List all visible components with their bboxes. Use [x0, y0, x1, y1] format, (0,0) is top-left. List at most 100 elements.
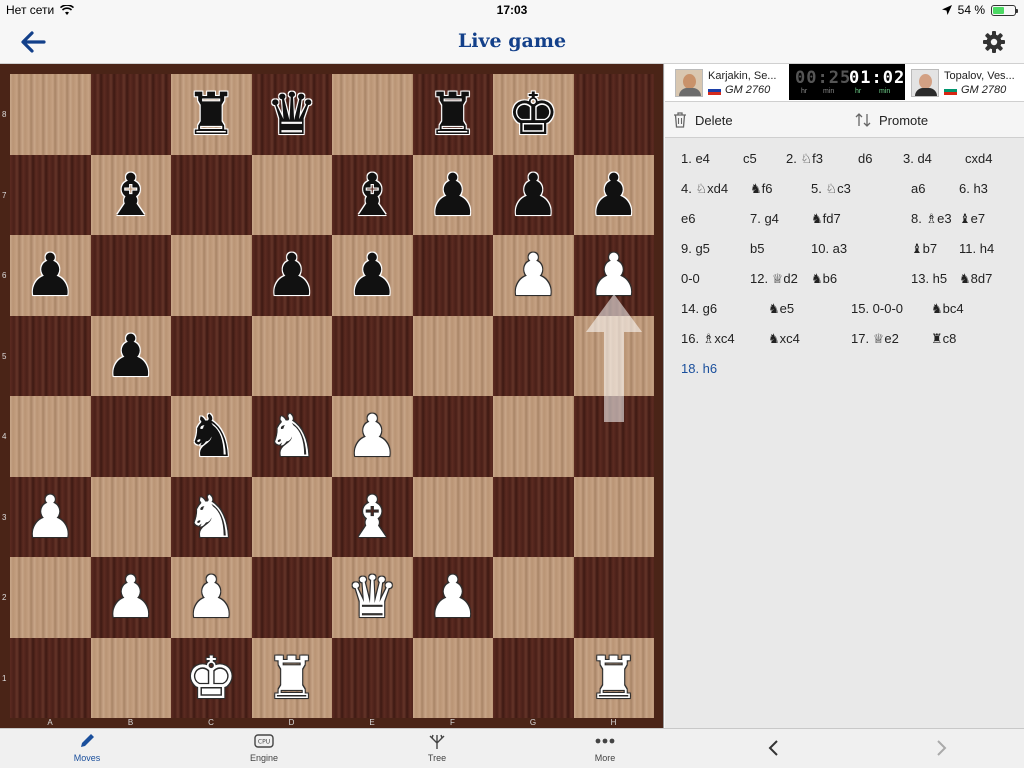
square-a1[interactable]: [10, 637, 91, 718]
black-pawn-icon[interactable]: ♟: [507, 166, 559, 224]
square-f5[interactable]: [412, 315, 493, 396]
move-item[interactable]: 14. g6: [681, 301, 717, 316]
black-queen-icon[interactable]: ♛: [266, 85, 318, 143]
move-item[interactable]: 2. ♘f3: [786, 151, 823, 167]
move-item[interactable]: ♝e7: [959, 211, 985, 227]
square-c4[interactable]: ♞: [171, 396, 252, 477]
move-item[interactable]: 6. h3: [959, 181, 988, 196]
move-item[interactable]: 10. a3: [811, 241, 847, 256]
square-h5[interactable]: [573, 315, 654, 396]
square-h8[interactable]: [573, 74, 654, 155]
white-pawn-icon[interactable]: ♟: [24, 488, 76, 546]
move-item[interactable]: 11. h4: [959, 241, 994, 256]
square-g3[interactable]: [493, 476, 574, 557]
move-item[interactable]: 9. g5: [681, 241, 710, 256]
move-item[interactable]: 13. h5: [911, 271, 947, 286]
square-g5[interactable]: [493, 315, 574, 396]
delete-button[interactable]: Delete: [673, 102, 733, 138]
square-f3[interactable]: [412, 476, 493, 557]
white-bishop-icon[interactable]: ♝: [346, 488, 398, 546]
player-white[interactable]: Karjakin, Se... GM 2760: [675, 66, 776, 100]
square-b3[interactable]: [90, 476, 171, 557]
white-pawn-icon[interactable]: ♟: [105, 568, 157, 626]
move-item[interactable]: cxd4: [965, 151, 992, 166]
square-a6[interactable]: ♟: [10, 235, 91, 316]
move-item[interactable]: 15. 0-0-0: [851, 301, 903, 316]
tab-engine[interactable]: CPU Engine: [224, 731, 304, 767]
black-knight-icon[interactable]: ♞: [185, 407, 237, 465]
square-a2[interactable]: [10, 557, 91, 638]
square-f6[interactable]: [412, 235, 493, 316]
white-pawn-icon[interactable]: ♟: [185, 568, 237, 626]
square-e2[interactable]: ♛: [332, 557, 413, 638]
white-pawn-icon[interactable]: ♟: [588, 246, 640, 304]
square-d7[interactable]: [251, 154, 332, 235]
black-king-icon[interactable]: ♚: [507, 85, 559, 143]
square-d1[interactable]: ♜: [251, 637, 332, 718]
square-c6[interactable]: [171, 235, 252, 316]
black-pawn-icon[interactable]: ♟: [266, 246, 318, 304]
tab-moves[interactable]: Moves: [47, 731, 127, 767]
square-e1[interactable]: [332, 637, 413, 718]
square-g2[interactable]: [493, 557, 574, 638]
square-e4[interactable]: ♟: [332, 396, 413, 477]
square-g1[interactable]: [493, 637, 574, 718]
square-b1[interactable]: [90, 637, 171, 718]
white-pawn-icon[interactable]: ♟: [427, 568, 479, 626]
square-c3[interactable]: ♞: [171, 476, 252, 557]
move-item[interactable]: 18. h6: [681, 361, 717, 376]
promote-button[interactable]: Promote: [855, 102, 928, 138]
tab-tree[interactable]: Tree: [397, 731, 477, 767]
move-item[interactable]: ♞e5: [768, 301, 794, 317]
move-item[interactable]: 0-0: [681, 271, 700, 286]
white-king-icon[interactable]: ♚: [185, 649, 237, 707]
settings-button[interactable]: [980, 28, 1008, 56]
square-d2[interactable]: [251, 557, 332, 638]
move-item[interactable]: ♞f6: [750, 181, 773, 197]
square-c1[interactable]: ♚: [171, 637, 252, 718]
move-item[interactable]: 1. e4: [681, 151, 710, 166]
move-item[interactable]: 12. ♕d2: [750, 271, 798, 287]
square-g8[interactable]: ♚: [493, 74, 574, 155]
previous-move-button[interactable]: [759, 733, 789, 763]
square-c7[interactable]: [171, 154, 252, 235]
square-g7[interactable]: ♟: [493, 154, 574, 235]
square-d4[interactable]: ♞: [251, 396, 332, 477]
square-e3[interactable]: ♝: [332, 476, 413, 557]
move-item[interactable]: ♜c8: [931, 331, 956, 347]
move-item[interactable]: ♝b7: [911, 241, 937, 257]
move-item[interactable]: ♞fd7: [811, 211, 841, 227]
square-h7[interactable]: ♟: [573, 154, 654, 235]
black-pawn-icon[interactable]: ♟: [24, 246, 76, 304]
black-pawn-icon[interactable]: ♟: [346, 246, 398, 304]
black-bishop-icon[interactable]: ♝: [346, 166, 398, 224]
white-rook-icon[interactable]: ♜: [266, 649, 318, 707]
square-f4[interactable]: [412, 396, 493, 477]
move-item[interactable]: 5. ♘c3: [811, 181, 851, 197]
square-a7[interactable]: [10, 154, 91, 235]
move-item[interactable]: 7. g4: [750, 211, 779, 226]
white-pawn-icon[interactable]: ♟: [507, 246, 559, 304]
tab-more[interactable]: More: [565, 731, 645, 767]
move-item[interactable]: b5: [750, 241, 764, 256]
square-b2[interactable]: ♟: [90, 557, 171, 638]
black-bishop-icon[interactable]: ♝: [105, 166, 157, 224]
square-b6[interactable]: [90, 235, 171, 316]
square-c5[interactable]: [171, 315, 252, 396]
move-item[interactable]: d6: [858, 151, 872, 166]
black-rook-icon[interactable]: ♜: [427, 85, 479, 143]
white-queen-icon[interactable]: ♛: [346, 568, 398, 626]
move-item[interactable]: 3. d4: [903, 151, 932, 166]
black-pawn-icon[interactable]: ♟: [427, 166, 479, 224]
white-knight-icon[interactable]: ♞: [266, 407, 318, 465]
chess-board[interactable]: ♜ ♛ ♜ ♚ ♝ ♝ ♟ ♟ ♟ ♟ ♟ ♟ ♟ ♟ ♟ ♞ ♞ ♟ ♟ ♞ ♝ ♟ ♟ ♛ ♟ ♚ ♜ ♜: [10, 74, 654, 718]
square-g6[interactable]: ♟: [493, 235, 574, 316]
square-b7[interactable]: ♝: [90, 154, 171, 235]
move-item[interactable]: ♞bc4: [931, 301, 964, 317]
square-d6[interactable]: ♟: [251, 235, 332, 316]
square-d3[interactable]: [251, 476, 332, 557]
white-rook-icon[interactable]: ♜: [588, 649, 640, 707]
square-a4[interactable]: [10, 396, 91, 477]
move-item[interactable]: e6: [681, 211, 695, 226]
square-f7[interactable]: ♟: [412, 154, 493, 235]
